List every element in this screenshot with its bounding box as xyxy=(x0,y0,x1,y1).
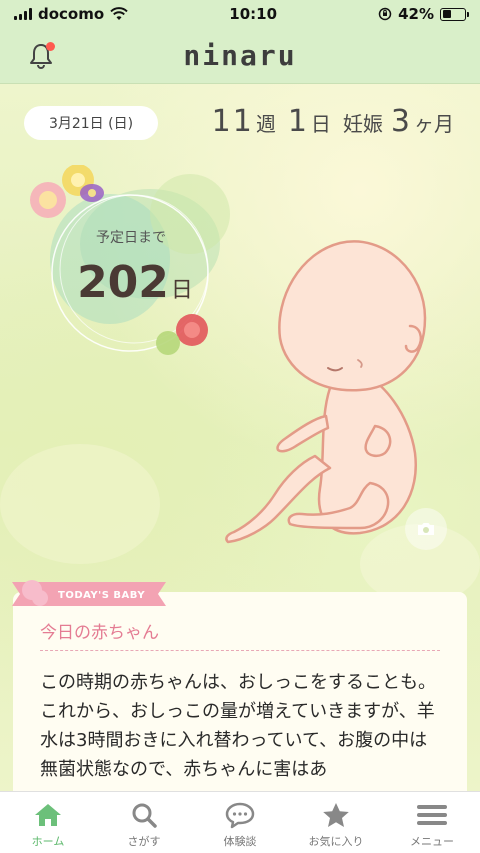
camera-icon xyxy=(418,523,434,535)
weeks-unit: 週 xyxy=(255,112,276,136)
due-date-circle: 予定日まで 202日 xyxy=(20,165,240,365)
nav-label-search: さがす xyxy=(127,835,161,848)
status-bar: docomo 10:10 42% xyxy=(0,0,480,28)
card-title: 今日の赤ちゃん xyxy=(40,623,159,643)
date-pill[interactable]: 3月21日 (日) xyxy=(24,106,158,140)
weeks-value: 11 xyxy=(211,104,254,139)
fetus-illustration xyxy=(225,240,427,544)
battery-icon xyxy=(440,7,469,21)
menu-icon xyxy=(415,800,449,830)
carrier-name: docomo xyxy=(38,5,105,23)
months-unit: ヶ月 xyxy=(414,112,454,136)
battery-percent: 42% xyxy=(398,5,434,23)
notification-bell-button[interactable] xyxy=(28,42,55,70)
wifi-icon xyxy=(110,7,128,20)
app-logo: ninaru xyxy=(183,39,297,72)
home-icon xyxy=(31,800,65,830)
due-days-count: 202日 xyxy=(60,257,210,308)
battery-fill xyxy=(442,10,452,18)
month-label: 妊娠 xyxy=(342,112,383,136)
due-days-value: 202 xyxy=(77,257,169,308)
ribbon-text: TODAY'S BABY xyxy=(58,590,145,601)
status-left: docomo xyxy=(14,5,128,23)
pregnancy-week-info: 11 週 1 日 妊娠 3 ヶ月 xyxy=(212,104,454,139)
bottom-nav: ホーム さがす 体験談 お気に入り メニュー xyxy=(0,791,480,853)
status-time: 10:10 xyxy=(229,5,278,23)
days-value: 1 xyxy=(287,104,309,139)
todays-baby-ribbon: TODAY'S BABY xyxy=(12,580,166,606)
signal-icon xyxy=(14,8,32,20)
nav-item-search[interactable]: さがす xyxy=(96,792,192,853)
nav-label-home: ホーム xyxy=(31,835,65,848)
chat-icon xyxy=(223,800,257,830)
search-icon xyxy=(127,800,161,830)
nav-label-favorites: お気に入り xyxy=(308,835,364,848)
camera-button[interactable] xyxy=(405,508,447,550)
card-body-text: この時期の赤ちゃんは、おしっこをすることも。これから、おしっこの量が増えていきま… xyxy=(40,672,436,780)
status-right: 42% xyxy=(378,5,469,23)
due-days-unit: 日 xyxy=(170,278,193,303)
nav-item-experiences[interactable]: 体験談 xyxy=(192,792,288,853)
months-value: 3 xyxy=(390,104,412,139)
nav-label-experiences: 体験談 xyxy=(223,835,257,848)
app-header: ninaru xyxy=(0,28,480,84)
nav-item-favorites[interactable]: お気に入り xyxy=(288,792,384,853)
card-divider xyxy=(40,650,440,651)
nav-label-menu: メニュー xyxy=(410,835,454,848)
rotation-lock-icon xyxy=(378,7,392,21)
notification-badge xyxy=(46,42,55,51)
nav-item-home[interactable]: ホーム xyxy=(0,792,96,853)
days-unit: 日 xyxy=(310,112,331,136)
nav-item-menu[interactable]: メニュー xyxy=(384,792,480,853)
due-label: 予定日まで xyxy=(96,230,166,246)
star-icon xyxy=(319,800,353,830)
